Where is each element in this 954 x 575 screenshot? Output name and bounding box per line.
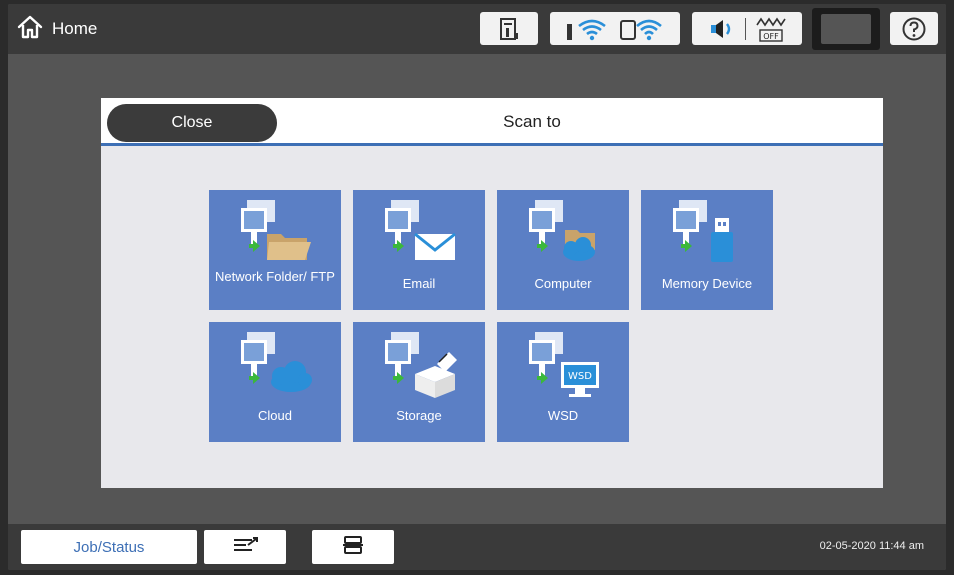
top-bar: Home OFF xyxy=(8,4,946,54)
tile-storage[interactable]: Storage xyxy=(353,322,485,442)
bottom-bar: Job/Status 02-05-2020 11:44 am xyxy=(8,524,946,570)
stop-print-button[interactable] xyxy=(312,530,394,564)
ink-status-icon xyxy=(498,17,520,41)
wifi-icon xyxy=(565,16,611,42)
home-icon xyxy=(16,13,44,46)
tile-label: Email xyxy=(402,276,436,291)
tile-wsd[interactable]: WSD WSD xyxy=(497,322,629,442)
tile-email[interactable]: Email xyxy=(353,190,485,310)
tile-label: Storage xyxy=(396,408,442,423)
network-status-button[interactable] xyxy=(550,12,680,45)
printer-icon xyxy=(341,535,365,560)
tile-label: Cloud xyxy=(258,408,292,423)
ink-status-button[interactable] xyxy=(480,12,538,45)
tile-label: Memory Device xyxy=(661,276,753,291)
job-status-button[interactable]: Job/Status xyxy=(21,530,197,564)
sound-icon xyxy=(707,17,737,41)
computer-icon xyxy=(529,200,595,261)
tile-label: Computer xyxy=(534,276,592,291)
wifi-direct-icon xyxy=(619,16,665,42)
wsd-badge: WSD xyxy=(568,371,592,382)
datetime-readout: 02-05-2020 11:44 am xyxy=(819,540,924,552)
help-button[interactable] xyxy=(890,12,938,45)
memory-device-icon xyxy=(673,200,733,262)
home-button[interactable]: Home xyxy=(16,13,97,45)
sound-eco-button[interactable]: OFF xyxy=(692,12,802,45)
dialog-title: Scan to xyxy=(503,112,561,131)
scan-to-dialog: Close Scan to Network Folder/ FTP Email … xyxy=(101,98,883,488)
sleep-icon xyxy=(821,14,871,44)
eco-mode-off-icon: OFF xyxy=(754,15,788,43)
network-folder-icon xyxy=(241,200,311,260)
tile-network-folder[interactable]: Network Folder/ FTP xyxy=(209,190,341,310)
toolbar-divider xyxy=(744,17,746,40)
tile-label: Network Folder/ FTP xyxy=(215,269,335,284)
help-icon xyxy=(901,16,927,42)
sleep-button[interactable] xyxy=(812,8,880,50)
tile-computer[interactable]: Computer xyxy=(497,190,629,310)
home-label: Home xyxy=(52,19,98,38)
storage-icon xyxy=(385,332,457,398)
svg-text:OFF: OFF xyxy=(763,32,779,41)
interrupt-button[interactable] xyxy=(204,530,286,564)
interrupt-icon xyxy=(230,535,260,560)
screen-frame: Home OFF Close Scan to Network Folder/ F… xyxy=(8,4,946,570)
tile-memory-device[interactable]: Memory Device xyxy=(641,190,773,310)
cloud-icon xyxy=(241,332,312,392)
email-icon xyxy=(385,200,456,260)
dialog-header: Close Scan to xyxy=(101,98,883,146)
wsd-icon: WSD xyxy=(529,332,599,397)
tile-label: WSD xyxy=(547,408,579,423)
tile-cloud[interactable]: Cloud xyxy=(209,322,341,442)
